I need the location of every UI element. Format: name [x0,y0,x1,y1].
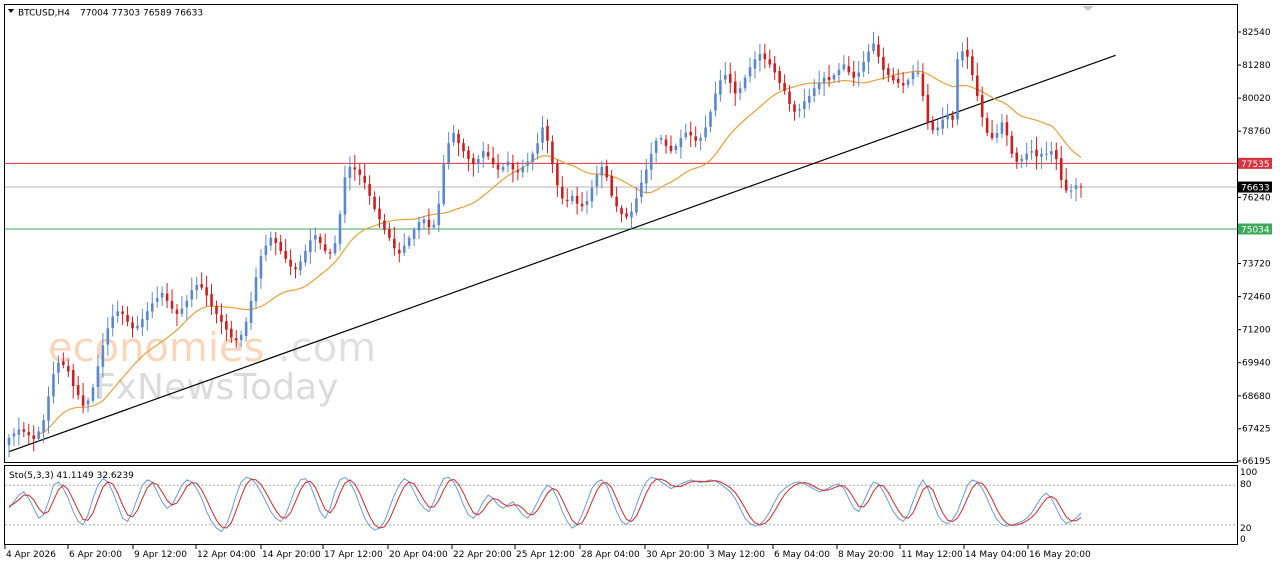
y-tick-label: 71200 [1242,326,1271,336]
x-tick-label: 17 Apr 12:00 [324,550,383,560]
y-tick-label: 73720 [1242,259,1271,269]
x-tick-label: 12 Apr 04:00 [197,550,256,560]
y-tick-label: 69940 [1242,359,1271,369]
y-tick-label: 72460 [1242,293,1271,303]
x-tick-label: 22 Apr 20:00 [453,550,512,560]
price-chart[interactable]: economies .com FxNewsToday BTCUSD,H4 770… [0,0,1280,567]
svg-text:77535: 77535 [1241,160,1270,170]
y-tick-label: 82540 [1242,28,1271,38]
resistance-price-tag: 77535 [1238,157,1272,170]
watermark-com: .com [278,325,376,371]
y-tick-label: 67425 [1242,425,1271,435]
x-tick-label: 25 Apr 12:00 [516,550,575,560]
x-tick-label: 30 Apr 20:00 [646,550,705,560]
x-tick-label: 11 May 12:00 [901,550,963,560]
watermark-fxnewstoday: FxNewsToday [95,367,338,408]
candle [956,51,959,126]
y-tick-label: 80020 [1242,94,1271,104]
stoch-level-20: 20 [1240,524,1252,534]
support-price-tag: 75034 [1238,223,1272,236]
y-tick-label: 68680 [1242,392,1271,402]
stochastic-label: Sto(5,3,3) 41.1149 32.6239 [9,471,134,481]
stoch-level-100: 100 [1240,468,1257,478]
x-tick-label: 3 May 12:00 [709,550,765,560]
x-tick-label: 4 Apr 2026 [6,550,56,560]
y-tick-label: 66195 [1242,457,1271,467]
symbol-label: BTCUSD,H4 [18,9,70,19]
x-tick-label: 14 May 04:00 [965,550,1027,560]
ohlc-values: 77004 77303 76589 76633 [80,9,203,19]
y-tick-label: 81280 [1242,61,1271,71]
x-tick-label: 8 May 20:00 [838,550,894,560]
x-tick-label: 6 Apr 20:00 [69,550,122,560]
x-tick-label: 14 Apr 20:00 [262,550,321,560]
svg-text:75034: 75034 [1241,226,1270,236]
stoch-level-0: 0 [1240,535,1246,545]
y-tick-label: 78760 [1242,127,1271,137]
x-tick-label: 20 Apr 04:00 [389,550,448,560]
y-tick-label: 76240 [1242,193,1271,203]
x-tick-label: 16 May 20:00 [1029,550,1091,560]
stoch-level-80: 80 [1240,480,1252,490]
current-price-tag: 76633 [1238,181,1272,194]
x-tick-label: 6 May 04:00 [774,550,830,560]
svg-text:76633: 76633 [1241,184,1270,194]
x-tick-label: 9 Apr 12:00 [134,550,187,560]
x-tick-label: 28 Apr 04:00 [581,550,640,560]
stochastic-panel[interactable] [4,465,1238,545]
